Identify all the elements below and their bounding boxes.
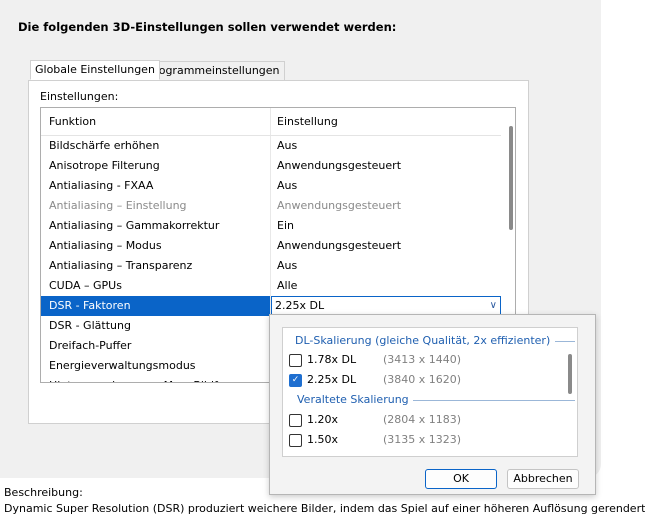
setting-name: Antialiasing – Gammakorrektur <box>49 219 220 232</box>
description-label: Beschreibung: <box>4 486 83 499</box>
setting-value: Alle <box>277 279 298 292</box>
description-text: Dynamic Super Resolution (DSR) produzier… <box>4 502 645 515</box>
setting-name: Bildschärfe erhöhen <box>49 139 160 152</box>
setting-name: DSR - Faktoren <box>49 299 131 312</box>
settings-label: Einstellungen: <box>40 90 119 103</box>
setting-value: Aus <box>277 259 298 272</box>
checkbox[interactable] <box>289 414 302 427</box>
table-row[interactable]: Bildschärfe erhöhen Aus <box>41 136 501 156</box>
setting-value: Anwendungsgesteuert <box>277 199 402 212</box>
group-divider <box>555 341 575 342</box>
tab-global-settings[interactable]: Globale Einstellungen <box>30 60 160 80</box>
cancel-button[interactable]: Abbrechen <box>507 469 579 489</box>
setting-name: Hintergrund max. ... Max. Bildf... <box>49 376 228 382</box>
list-scrollbar[interactable] <box>509 126 513 230</box>
setting-name: Antialiasing – Transparenz <box>49 259 193 272</box>
group-title-legacy: Veraltete Skalierung <box>297 393 409 406</box>
option-resolution: (3135 x 1323) <box>383 433 462 446</box>
setting-name: Dreifach-Puffer <box>49 339 132 352</box>
list-header: Funktion Einstellung <box>41 108 501 136</box>
column-header-einstellung[interactable]: Einstellung <box>277 115 338 128</box>
setting-name: Anisotrope Filterung <box>49 159 160 172</box>
checkbox[interactable] <box>289 354 302 367</box>
table-row[interactable]: Antialiasing – Modus Anwendungsgesteuert <box>41 236 501 256</box>
column-header-funktion[interactable]: Funktion <box>49 115 96 128</box>
group-divider <box>413 400 575 401</box>
page-heading: Die folgenden 3D-Einstellungen sollen ve… <box>18 20 397 34</box>
setting-value: Anwendungsgesteuert <box>277 159 402 172</box>
ok-button[interactable]: OK <box>425 469 497 489</box>
option-factor: 1.20x <box>307 413 339 426</box>
combobox-value: 2.25x DL <box>275 299 325 312</box>
option-resolution: (2804 x 1183) <box>383 413 462 426</box>
dropdown-scrollbar[interactable] <box>568 354 572 394</box>
setting-value: Anwendungsgesteuert <box>277 239 402 252</box>
group-title-dl: DL-Skalierung (gleiche Qualität, 2x effi… <box>295 334 551 347</box>
dsr-options-list: DL-Skalierung (gleiche Qualität, 2x effi… <box>282 327 578 457</box>
setting-name: CUDA – GPUs <box>49 279 122 292</box>
table-row[interactable]: Antialiasing – Transparenz Aus <box>41 256 501 276</box>
setting-name: Energieverwaltungsmodus <box>49 359 196 372</box>
option-factor: 1.78x DL <box>307 353 357 366</box>
table-row[interactable]: Antialiasing – Einstellung Anwendungsgest… <box>41 196 501 216</box>
option-resolution: (3840 x 1620) <box>383 373 462 386</box>
setting-name: Antialiasing – Modus <box>49 239 162 252</box>
checkbox-checked[interactable]: ✓ <box>289 374 302 387</box>
table-row[interactable]: DSR - Faktoren 2.25x DL ∨ <box>41 296 501 316</box>
setting-name: Antialiasing – Einstellung <box>49 199 187 212</box>
table-row[interactable]: Anisotrope Filterung Anwendungsgesteuert <box>41 156 501 176</box>
table-row[interactable]: CUDA – GPUs Alle <box>41 276 501 296</box>
option-resolution: (3413 x 1440) <box>383 353 462 366</box>
setting-name: DSR - Glättung <box>49 319 131 332</box>
checkbox[interactable] <box>289 434 302 447</box>
setting-value: Aus <box>277 139 298 152</box>
setting-name: Antialiasing - FXAA <box>49 179 154 192</box>
option-factor: 1.50x <box>307 433 339 446</box>
table-row[interactable]: Antialiasing - FXAA Aus <box>41 176 501 196</box>
table-row[interactable]: Antialiasing – Gammakorrektur Ein <box>41 216 501 236</box>
chevron-down-icon[interactable]: ∨ <box>490 297 497 315</box>
tab-program-settings[interactable]: Programmeinstellungen <box>143 61 285 81</box>
dsr-factors-dropdown: DL-Skalierung (gleiche Qualität, 2x effi… <box>269 314 596 495</box>
setting-value: Ein <box>277 219 294 232</box>
setting-value: Aus <box>277 179 298 192</box>
setting-value-combobox[interactable]: 2.25x DL ∨ <box>271 296 501 316</box>
option-factor: 2.25x DL <box>307 373 357 386</box>
